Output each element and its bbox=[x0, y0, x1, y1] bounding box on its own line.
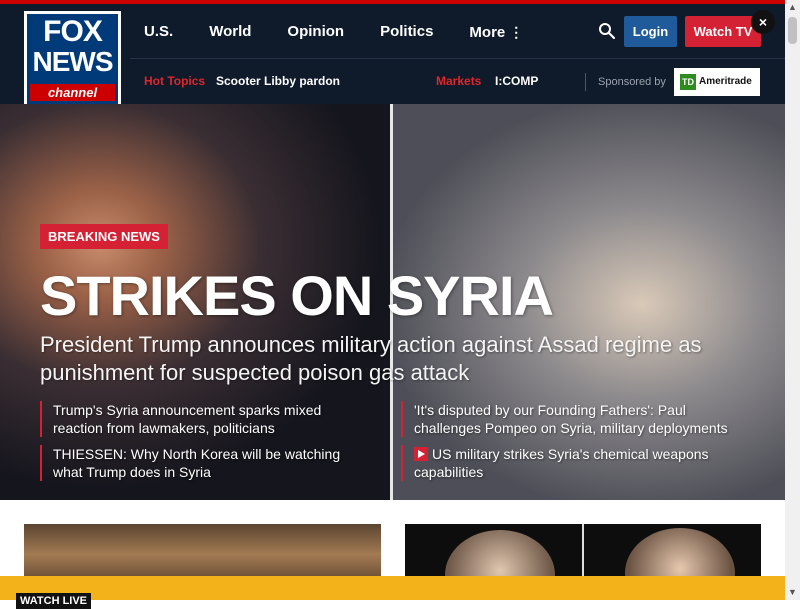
related-story-1[interactable]: Trump's Syria announcement sparks mixed … bbox=[40, 401, 373, 437]
sponsor-logo[interactable]: TD Ameritrade bbox=[674, 68, 760, 96]
more-icon: ⋮ bbox=[509, 24, 524, 40]
nav-us[interactable]: U.S. bbox=[144, 22, 173, 43]
hero-section[interactable]: BREAKING NEWS STRIKES ON SYRIA President… bbox=[0, 104, 785, 500]
logo-channel-text: channel bbox=[30, 84, 115, 101]
fox-news-logo[interactable]: FOX NEWS channel bbox=[24, 11, 121, 107]
market-ticker[interactable]: I:COMP bbox=[495, 74, 538, 88]
video-play-icon bbox=[414, 447, 428, 461]
top-header: FOX NEWS channel U.S. World Opinion Poli… bbox=[0, 0, 785, 107]
hero-deck[interactable]: President Trump announces military actio… bbox=[40, 331, 740, 387]
login-button[interactable]: Login bbox=[624, 16, 677, 47]
hot-topics-label: Hot Topics bbox=[144, 74, 206, 88]
main-nav: U.S. World Opinion Politics More ⋮ bbox=[144, 22, 559, 43]
scroll-thumb[interactable] bbox=[788, 17, 797, 44]
nav-opinion[interactable]: Opinion bbox=[287, 22, 344, 43]
nav-more-label: More bbox=[469, 24, 506, 41]
logo-fox-text: FOX bbox=[43, 15, 103, 48]
breaking-news-badge: BREAKING NEWS bbox=[40, 224, 168, 249]
related-story-2[interactable]: THIESSEN: Why North Korea will be watchi… bbox=[40, 445, 373, 481]
header-divider bbox=[130, 58, 785, 59]
sponsor-divider bbox=[585, 73, 586, 91]
related-story-3[interactable]: 'It's disputed by our Founding Fathers':… bbox=[401, 401, 734, 437]
scrollbar[interactable]: ▲ ▼ bbox=[785, 0, 800, 600]
watch-tv-button[interactable]: Watch TV bbox=[685, 16, 761, 47]
logo-inner: FOX NEWS channel bbox=[27, 14, 118, 104]
nav-politics[interactable]: Politics bbox=[380, 22, 433, 43]
related-story-4[interactable]: US military strikes Syria's chemical wea… bbox=[401, 445, 734, 481]
logo-news-text: NEWS bbox=[32, 46, 114, 77]
close-icon[interactable]: × bbox=[751, 10, 775, 34]
nav-world[interactable]: World bbox=[209, 22, 251, 43]
markets-label[interactable]: Markets bbox=[436, 74, 481, 88]
scroll-up-arrow-icon[interactable]: ▲ bbox=[785, 0, 800, 15]
sponsor-name: Ameritrade bbox=[699, 76, 752, 87]
hot-topic-link[interactable]: Scooter Libby pardon bbox=[216, 74, 340, 88]
watch-live-bar[interactable]: WATCH LIVE bbox=[0, 576, 785, 609]
hero-headline[interactable]: STRIKES ON SYRIA bbox=[40, 262, 554, 330]
search-icon[interactable] bbox=[598, 22, 616, 40]
scroll-down-arrow-icon[interactable]: ▼ bbox=[785, 585, 800, 600]
watch-live-label[interactable]: WATCH LIVE bbox=[16, 593, 92, 609]
related-story-4-text: US military strikes Syria's chemical wea… bbox=[414, 446, 709, 480]
sponsor-td-mark: TD bbox=[680, 74, 696, 90]
sponsored-by-label: Sponsored by bbox=[598, 76, 666, 88]
nav-more[interactable]: More ⋮ bbox=[469, 22, 523, 43]
